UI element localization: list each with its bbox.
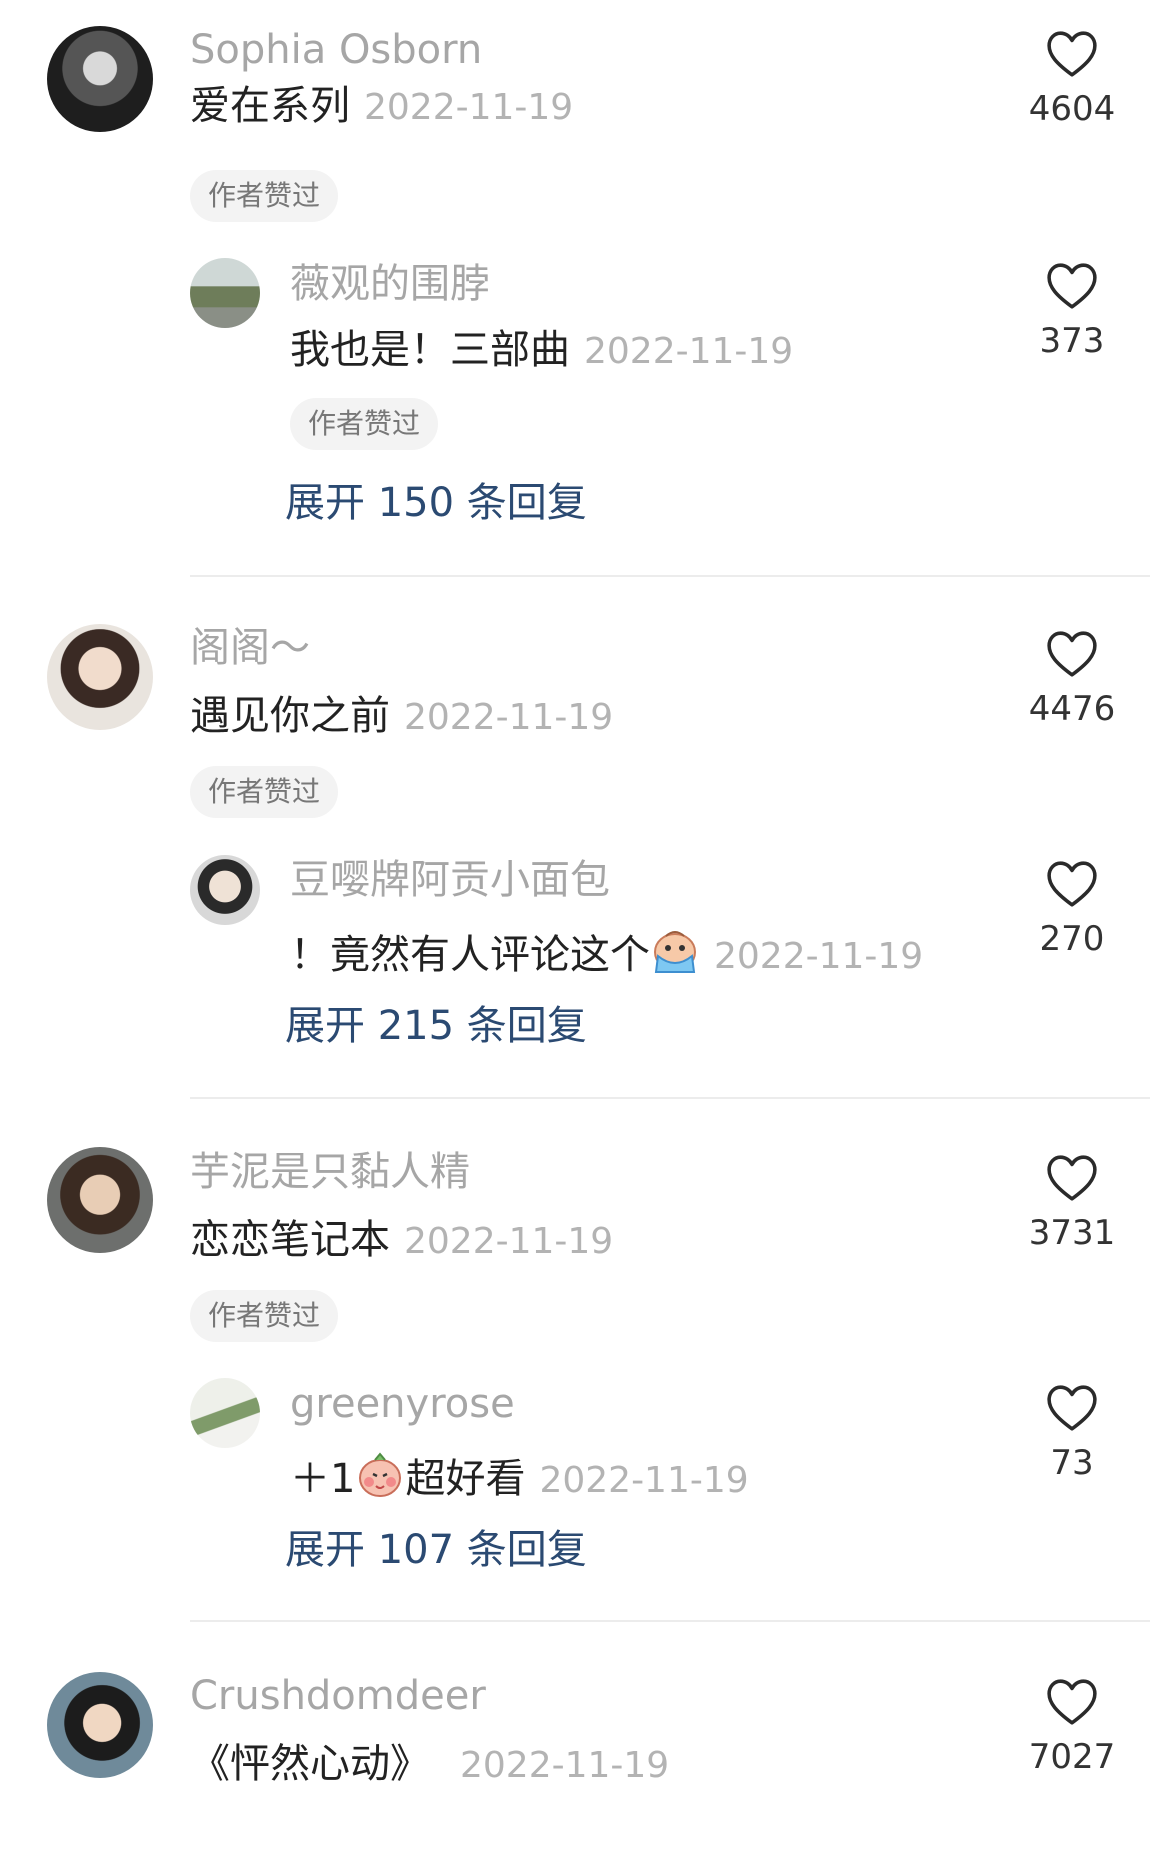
comment-date: 2022-11-19 (404, 1221, 614, 1262)
author-liked-badge: 作者赞过 (190, 766, 339, 818)
like-button[interactable]: 4476 (1012, 630, 1132, 726)
expand-replies-button[interactable]: 展开 107 条回复 (285, 1530, 587, 1570)
reply-text[interactable]: 我也是！三部曲 2022-11-19 (290, 330, 793, 370)
heart-outline-icon (1047, 1679, 1097, 1725)
expand-replies-button[interactable]: 展开 215 条回复 (285, 1006, 587, 1046)
comment-text[interactable]: 爱在系列 2022-11-19 (190, 86, 573, 126)
avatar[interactable] (47, 1147, 153, 1253)
like-button[interactable]: 4604 (1012, 30, 1132, 126)
reply-text[interactable]: ！竟然有人评论这个 2022-11-19 (290, 926, 923, 976)
divider (190, 575, 1150, 577)
like-count: 4604 (1028, 89, 1116, 129)
reply-text[interactable]: ＋1 超好看 2022-11-19 (290, 1450, 749, 1500)
like-count: 3731 (1028, 1213, 1116, 1253)
reply-author[interactable]: 豆嘤牌阿贡小面包 (290, 860, 610, 900)
avatar[interactable] (190, 258, 260, 328)
like-button[interactable]: 3731 (1012, 1154, 1132, 1250)
heart-outline-icon (1047, 631, 1097, 677)
like-button[interactable]: 73 (1012, 1384, 1132, 1480)
expand-replies-button[interactable]: 展开 150 条回复 (285, 483, 587, 523)
reply-author[interactable]: 薇观的围脖 (290, 264, 490, 304)
avatar[interactable] (47, 26, 153, 132)
avatar[interactable] (190, 855, 260, 925)
crying-emoji-icon (654, 931, 696, 973)
reply-date: 2022-11-19 (539, 1460, 749, 1501)
heart-outline-icon (1047, 1155, 1097, 1201)
comment-text[interactable]: 遇见你之前 2022-11-19 (190, 696, 613, 736)
like-button[interactable]: 373 (1012, 262, 1132, 358)
reply-date: 2022-11-19 (584, 331, 794, 372)
author-liked-badge: 作者赞过 (290, 398, 439, 450)
comment-author[interactable]: Sophia Osborn (190, 30, 482, 70)
like-count: 7027 (1028, 1737, 1116, 1777)
heart-outline-icon (1047, 263, 1097, 309)
reply-date: 2022-11-19 (714, 936, 924, 977)
comment-author[interactable]: 阁阁～ (190, 628, 310, 668)
like-count: 373 (1039, 321, 1105, 361)
like-button[interactable]: 270 (1012, 860, 1132, 956)
comment-author[interactable]: Crushdomdeer (190, 1676, 486, 1716)
author-liked-badge: 作者赞过 (190, 170, 339, 222)
like-button[interactable]: 7027 (1012, 1678, 1132, 1774)
reply-author[interactable]: greenyrose (290, 1384, 515, 1424)
avatar[interactable] (47, 624, 153, 730)
like-count: 270 (1039, 919, 1105, 959)
heart-outline-icon (1047, 1385, 1097, 1431)
like-count: 73 (1050, 1443, 1094, 1483)
divider (190, 1097, 1150, 1099)
comment-thread: Sophia Osborn 爱在系列 2022-11-19 作者赞过 4604 薇… (0, 0, 1170, 523)
comment-text[interactable]: 《怦然心动》 2022-11-19 (190, 1744, 669, 1784)
avatar[interactable] (47, 1672, 153, 1778)
avatar[interactable] (190, 1378, 260, 1448)
comment-date: 2022-11-19 (460, 1745, 670, 1786)
comment-date: 2022-11-19 (404, 697, 614, 738)
comment-date: 2022-11-19 (364, 87, 574, 128)
comment-author[interactable]: 芋泥是只黏人精 (190, 1152, 470, 1192)
heart-outline-icon (1047, 31, 1097, 77)
comment-text[interactable]: 恋恋笔记本 2022-11-19 (190, 1220, 613, 1260)
like-count: 4476 (1028, 689, 1116, 729)
blushing-emoji-icon (359, 1452, 402, 1497)
heart-outline-icon (1047, 861, 1097, 907)
author-liked-badge: 作者赞过 (190, 1290, 339, 1342)
divider (190, 1620, 1150, 1622)
